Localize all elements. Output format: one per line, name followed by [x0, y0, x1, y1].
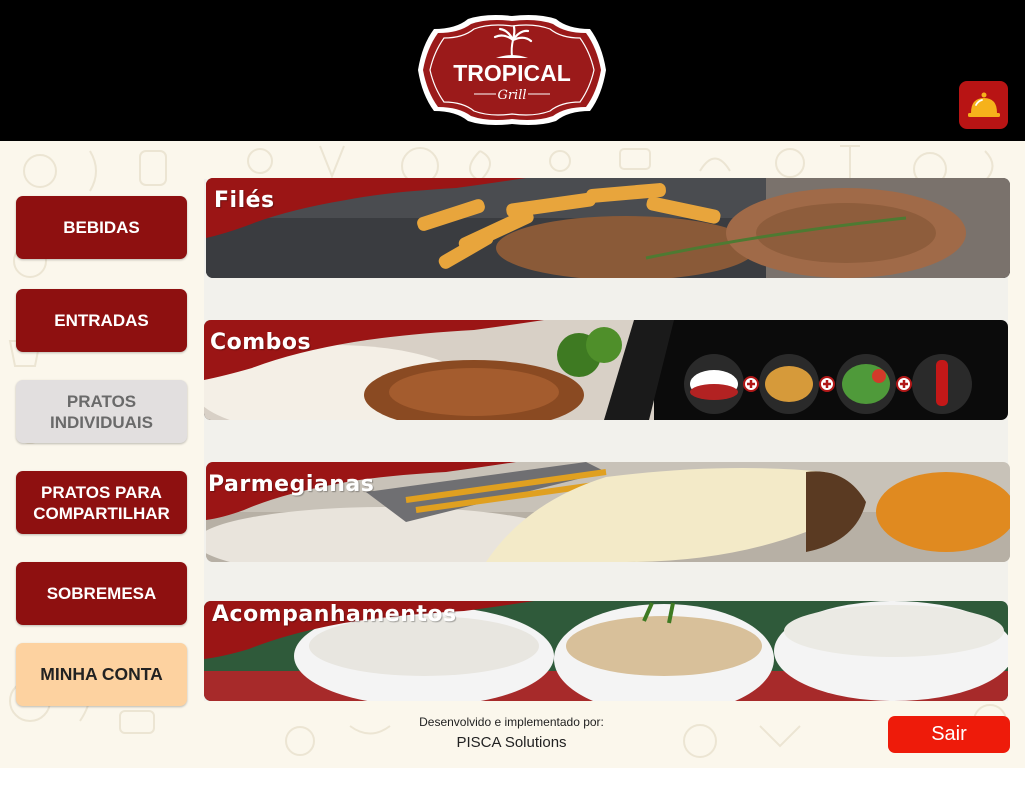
steak-fries-image: [206, 178, 1010, 278]
category-title-parmegianas: Parmegianas: [208, 472, 375, 497]
nav-pratos-compartilhar-label: PRATOS PARA COMPARTILHAR: [33, 482, 170, 523]
category-banner-acompanhamentos[interactable]: Acompanhamentos: [204, 601, 1008, 701]
nav-pratos-individuais-label: PRATOS INDIVIDUAIS: [50, 391, 153, 432]
category-banner-combos[interactable]: Combos: [204, 320, 1008, 420]
nav-minha-conta-label: MINHA CONTA: [40, 664, 163, 684]
nav-entradas-label: ENTRADAS: [54, 311, 149, 330]
nav-sobremesa[interactable]: SOBREMESA: [16, 562, 187, 625]
category-title-combos: Combos: [210, 330, 312, 355]
nav-pratos-compartilhar[interactable]: PRATOS PARA COMPARTILHAR: [16, 471, 187, 534]
credit-line: Desenvolvido e implementado por:: [419, 715, 604, 729]
service-bell-icon: [967, 92, 1000, 117]
credit-company: PISCA Solutions: [456, 734, 567, 751]
tropical-grill-logo: TROPICAL Grill: [418, 15, 606, 125]
nav-bebidas[interactable]: BEBIDAS: [16, 196, 187, 259]
logo-subtitle: Grill: [497, 88, 526, 103]
header-bar: TROPICAL Grill: [0, 0, 1025, 141]
exit-button[interactable]: Sair: [888, 716, 1010, 753]
nav-pratos-individuais[interactable]: PRATOS INDIVIDUAIS: [16, 380, 187, 443]
category-banner-files[interactable]: Filés: [206, 178, 1010, 278]
nav-bebidas-label: BEBIDAS: [63, 218, 140, 237]
nav-minha-conta[interactable]: MINHA CONTA: [16, 643, 187, 706]
category-title-acompanhamentos: Acompanhamentos: [212, 602, 457, 627]
category-banner-parmegianas[interactable]: Parmegianas: [206, 462, 1010, 562]
logo-title: TROPICAL: [453, 60, 571, 86]
nav-entradas[interactable]: ENTRADAS: [16, 289, 187, 352]
exit-button-label: Sair: [931, 723, 967, 745]
combo-meal-image: [204, 320, 1008, 420]
category-title-files: Filés: [214, 188, 275, 213]
call-waiter-button[interactable]: [959, 81, 1008, 129]
nav-sobremesa-label: SOBREMESA: [46, 584, 157, 603]
developer-credit: Desenvolvido e implementado por: PISCA S…: [380, 715, 643, 751]
